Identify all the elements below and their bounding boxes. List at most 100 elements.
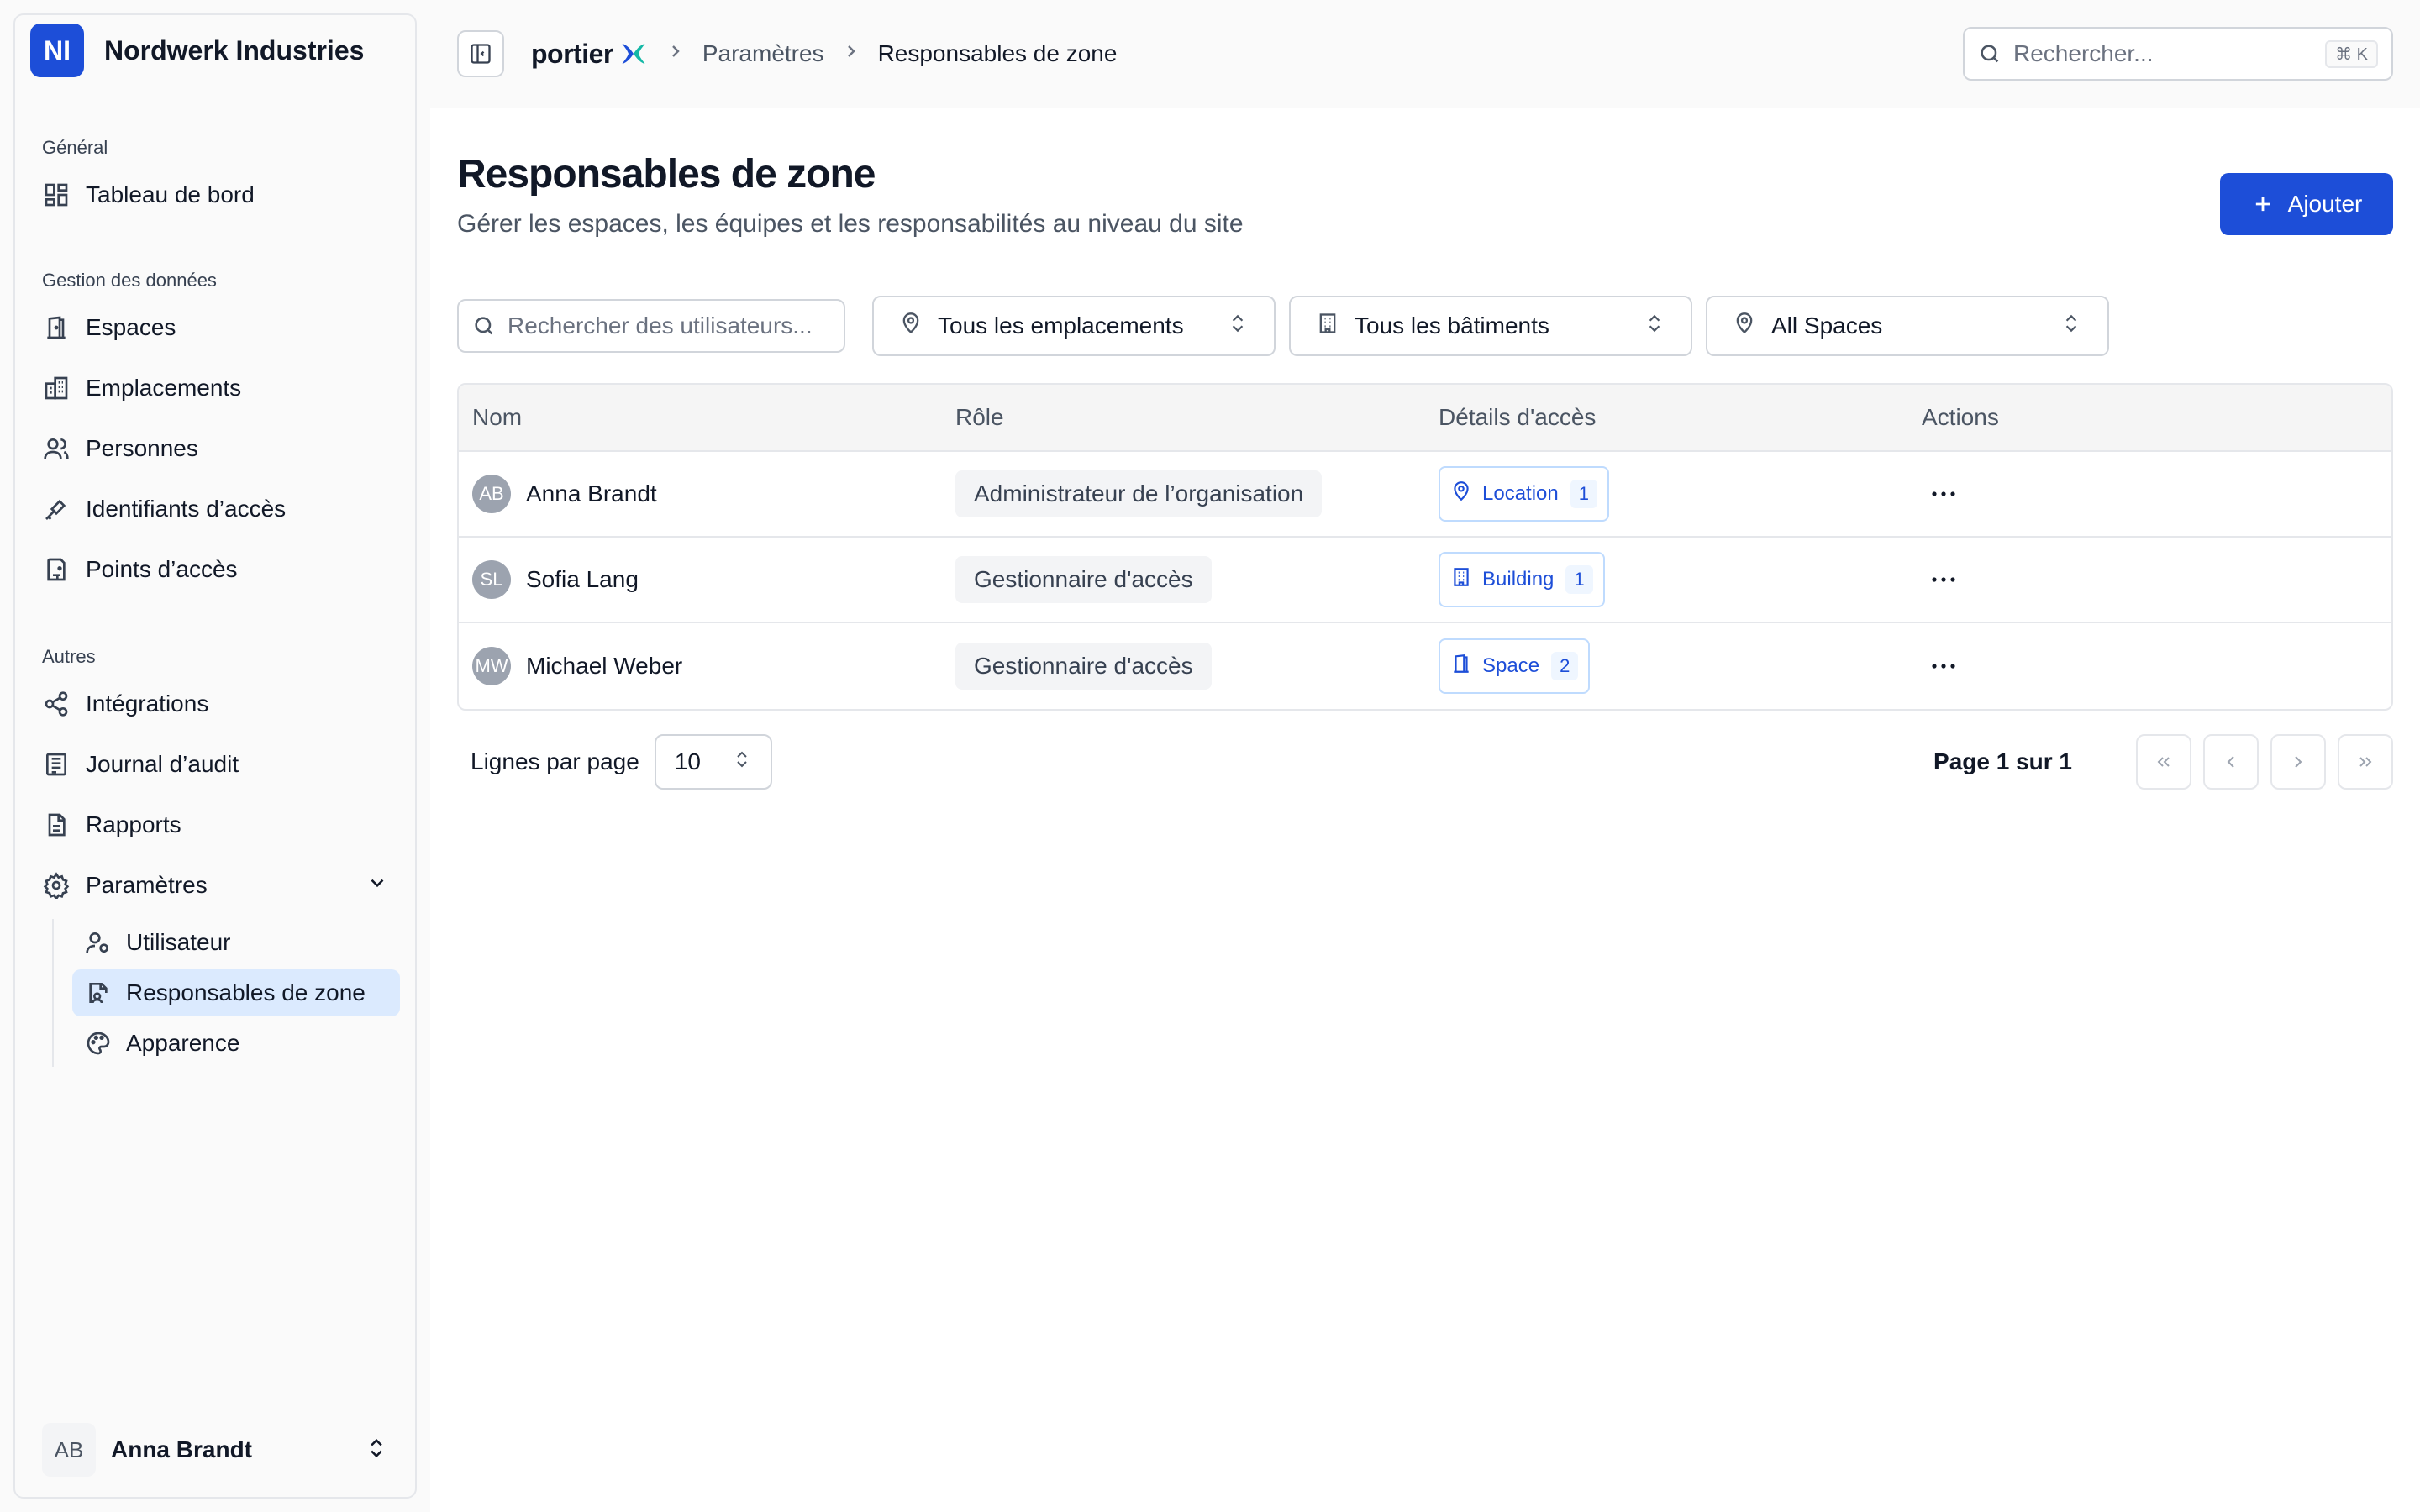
access-type: Location bbox=[1482, 482, 1559, 505]
sidebar-item-people[interactable]: Personnes bbox=[15, 418, 415, 479]
chevron-right-icon bbox=[2295, 756, 2302, 768]
chevron-right-icon bbox=[841, 40, 861, 67]
cell-role: Gestionnaire d'accès bbox=[942, 643, 1425, 690]
cell-role: Gestionnaire d'accès bbox=[942, 556, 1425, 603]
sidebar-item-appearance[interactable]: Apparence bbox=[72, 1020, 400, 1067]
last-page-button[interactable] bbox=[2338, 734, 2393, 790]
sidebar-item-label: Paramètres bbox=[86, 872, 208, 898]
add-button[interactable]: Ajouter bbox=[2220, 173, 2393, 235]
avatar: AB bbox=[42, 1423, 96, 1477]
sidebar-item-access-points[interactable]: Points d’accès bbox=[15, 539, 415, 600]
location-pin-icon bbox=[1733, 312, 1756, 341]
chevron-down-icon[interactable] bbox=[366, 872, 388, 900]
topbar: portier Paramètres Responsables de zone … bbox=[430, 0, 2420, 108]
sidebar: NI Nordwerk Industries Général Tableau d… bbox=[13, 13, 417, 1499]
user-search-input[interactable]: Rechercher des utilisateurs... bbox=[457, 299, 845, 353]
global-search-input[interactable]: Rechercher... ⌘ K bbox=[1963, 27, 2393, 81]
key-icon bbox=[42, 495, 71, 523]
zone-managers-table: Nom Rôle Détails d'accès Actions AB Anna… bbox=[457, 383, 2393, 711]
user-menu[interactable]: AB Anna Brandt bbox=[29, 1416, 402, 1483]
access-count: 1 bbox=[1570, 480, 1597, 508]
location-filter-select[interactable]: Tous les emplacements bbox=[872, 296, 1276, 356]
section-title: Général bbox=[42, 137, 108, 158]
main-content: Responsables de zone Gérer les espaces, … bbox=[430, 108, 2420, 1512]
zone-manager-icon bbox=[84, 979, 113, 1007]
sidebar-item-label: Rapports bbox=[86, 811, 182, 837]
brand-mark-icon bbox=[622, 44, 645, 64]
table-header: Nom Rôle Détails d'accès Actions bbox=[459, 385, 2391, 452]
sidebar-item-audit-log[interactable]: Journal d’audit bbox=[15, 734, 415, 795]
rows-per-page-select[interactable]: 10 bbox=[654, 734, 772, 790]
more-actions-icon[interactable] bbox=[1923, 559, 1964, 600]
page-subtitle: Gérer les espaces, les équipes et les re… bbox=[457, 210, 1244, 238]
sidebar-item-credentials[interactable]: Identifiants d’accès bbox=[15, 479, 415, 539]
add-button-label: Ajouter bbox=[2287, 191, 2363, 217]
next-page-button[interactable] bbox=[2270, 734, 2326, 790]
sidebar-item-label: Responsables de zone bbox=[126, 979, 366, 1005]
access-type: Space bbox=[1482, 654, 1540, 677]
cell-name: AB Anna Brandt bbox=[459, 475, 942, 513]
access-type: Building bbox=[1482, 568, 1555, 591]
page-info: Page 1 sur 1 bbox=[1933, 748, 2072, 774]
sidebar-item-spaces[interactable]: Espaces bbox=[15, 297, 415, 358]
column-header-role: Rôle bbox=[955, 404, 1004, 430]
column-header-name: Nom bbox=[472, 404, 523, 430]
column-header-access: Détails d'accès bbox=[1439, 404, 1597, 430]
cell-access: Space 2 bbox=[1425, 638, 1908, 694]
sidebar-item-label: Intégrations bbox=[86, 690, 209, 717]
cell-name: MW Michael Weber bbox=[459, 647, 942, 685]
search-icon bbox=[475, 317, 493, 335]
location-pin-icon bbox=[899, 312, 923, 341]
sidebar-item-label: Espaces bbox=[86, 314, 176, 340]
sidebar-item-reports[interactable]: Rapports bbox=[15, 795, 415, 855]
column-header-actions: Actions bbox=[1922, 404, 1999, 430]
role-badge: Gestionnaire d'accès bbox=[955, 556, 1212, 603]
user-name: Michael Weber bbox=[526, 653, 683, 679]
org-switcher[interactable]: NI Nordwerk Industries bbox=[15, 15, 415, 86]
users-icon bbox=[42, 434, 71, 463]
chevron-left-icon bbox=[2227, 756, 2234, 768]
sidebar-item-integrations[interactable]: Intégrations bbox=[15, 674, 415, 734]
buildings-icon bbox=[42, 374, 71, 402]
table-row[interactable]: SL Sofia Lang Gestionnaire d'accès Build… bbox=[459, 538, 2391, 623]
cell-role: Administrateur de l’organisation bbox=[942, 470, 1425, 517]
access-badge[interactable]: Building 1 bbox=[1439, 552, 1605, 607]
gear-icon bbox=[42, 871, 71, 900]
breadcrumb-settings[interactable]: Paramètres bbox=[702, 40, 824, 67]
cell-access: Location 1 bbox=[1425, 466, 1908, 522]
sidebar-item-user[interactable]: Utilisateur bbox=[72, 919, 400, 966]
prev-page-button[interactable] bbox=[2203, 734, 2259, 790]
sidebar-item-label: Utilisateur bbox=[126, 929, 231, 955]
user-name: Anna Brandt bbox=[526, 480, 657, 507]
org-logo: NI bbox=[30, 24, 84, 77]
settings-subnav: Utilisateur Responsables de zone Apparen… bbox=[52, 919, 415, 1067]
more-actions-icon[interactable] bbox=[1923, 474, 1964, 514]
sidebar-item-dashboard[interactable]: Tableau de bord bbox=[15, 165, 415, 225]
sidebar-item-zone-managers[interactable]: Responsables de zone bbox=[72, 969, 400, 1016]
sidebar-toggle-icon bbox=[471, 44, 491, 64]
sidebar-toggle-button[interactable] bbox=[457, 30, 504, 77]
building-icon bbox=[1450, 566, 1472, 594]
avatar: SL bbox=[472, 560, 511, 599]
sidebar-item-label: Emplacements bbox=[86, 375, 242, 401]
access-badge[interactable]: Space 2 bbox=[1439, 638, 1591, 694]
cell-name: SL Sofia Lang bbox=[459, 560, 942, 599]
brand-logo[interactable]: portier bbox=[531, 39, 649, 70]
sidebar-item-settings[interactable]: Paramètres bbox=[15, 855, 415, 916]
door-icon bbox=[1450, 653, 1472, 680]
chevrons-up-down-icon bbox=[2060, 312, 2082, 340]
avatar: MW bbox=[472, 647, 511, 685]
search-icon bbox=[1981, 45, 1999, 63]
org-name: Nordwerk Industries bbox=[104, 34, 365, 66]
first-page-button[interactable] bbox=[2136, 734, 2191, 790]
sidebar-item-locations[interactable]: Emplacements bbox=[15, 358, 415, 418]
table-row[interactable]: MW Michael Weber Gestionnaire d'accès Sp… bbox=[459, 623, 2391, 709]
brand-name: portier bbox=[531, 38, 613, 69]
table-row[interactable]: AB Anna Brandt Administrateur de l’organ… bbox=[459, 452, 2391, 538]
cell-actions bbox=[1908, 646, 2391, 686]
space-filter-select[interactable]: All Spaces bbox=[1706, 296, 2109, 356]
building-filter-select[interactable]: Tous les bâtiments bbox=[1289, 296, 1692, 356]
filters-bar: Rechercher des utilisateurs... Tous les … bbox=[457, 296, 2109, 356]
access-badge[interactable]: Location 1 bbox=[1439, 466, 1609, 522]
more-actions-icon[interactable] bbox=[1923, 646, 1964, 686]
